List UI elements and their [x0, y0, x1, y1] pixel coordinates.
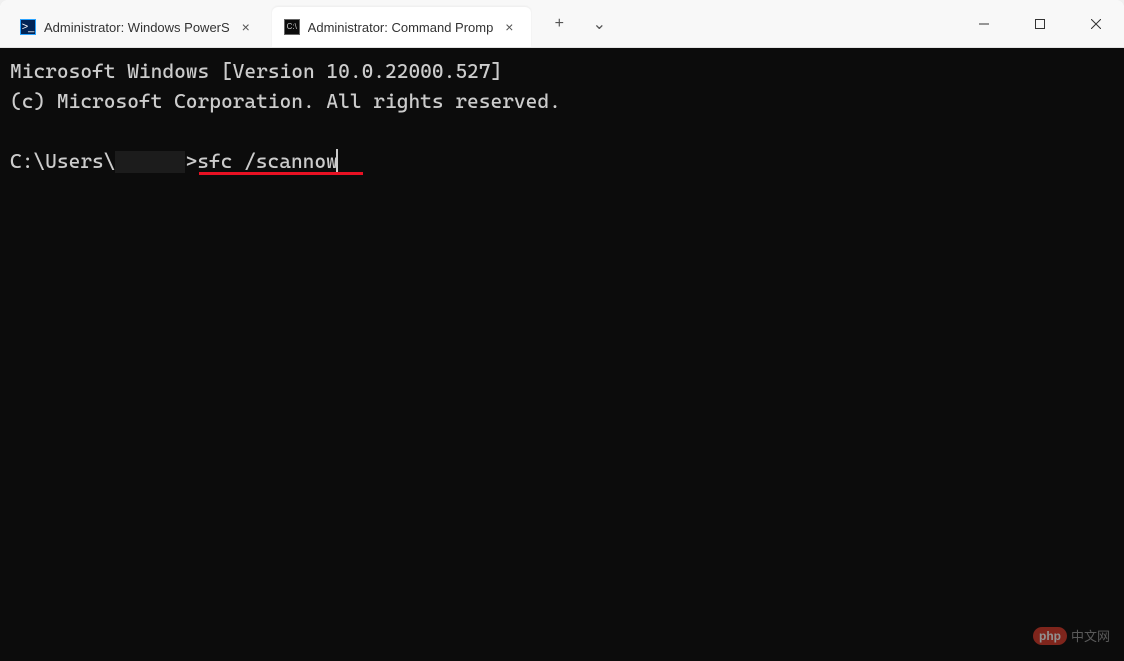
tab-powershell[interactable]: >_ Administrator: Windows PowerS ×: [8, 7, 268, 47]
annotation-underline: [199, 172, 363, 175]
titlebar-drag-area[interactable]: [619, 0, 956, 47]
close-icon[interactable]: ×: [499, 17, 519, 37]
terminal-header-line2: (c) Microsoft Corporation. All rights re…: [10, 89, 561, 113]
close-icon: [1091, 19, 1101, 29]
watermark-text: 中文网: [1071, 626, 1110, 645]
command-prompt-line: C:\Users\ >sfc /scannow: [10, 149, 338, 173]
command-text: sfc /scannow: [197, 149, 338, 173]
terminal-content[interactable]: Microsoft Windows [Version 10.0.22000.52…: [0, 48, 1124, 661]
tab-title: Administrator: Command Promp: [308, 20, 494, 35]
minimize-icon: [979, 19, 989, 29]
tab-command-prompt[interactable]: C:\ Administrator: Command Promp ×: [272, 7, 532, 47]
prompt-prefix: C:\Users\: [10, 149, 115, 173]
window-controls: [956, 0, 1124, 47]
new-tab-button[interactable]: +: [539, 4, 579, 44]
cmd-icon: C:\: [284, 19, 300, 35]
close-icon[interactable]: ×: [236, 17, 256, 37]
titlebar[interactable]: >_ Administrator: Windows PowerS × C:\ A…: [0, 0, 1124, 48]
text-cursor: [336, 149, 338, 173]
redacted-username: [115, 151, 185, 173]
terminal-header-line1: Microsoft Windows [Version 10.0.22000.52…: [10, 59, 502, 83]
maximize-button[interactable]: [1012, 0, 1068, 48]
close-button[interactable]: [1068, 0, 1124, 48]
tab-strip: >_ Administrator: Windows PowerS × C:\ A…: [0, 0, 535, 47]
tab-dropdown-button[interactable]: ⌄: [579, 4, 619, 44]
terminal-window: >_ Administrator: Windows PowerS × C:\ A…: [0, 0, 1124, 661]
maximize-icon: [1035, 19, 1045, 29]
powershell-icon: >_: [20, 19, 36, 35]
watermark-logo: php: [1033, 627, 1067, 645]
prompt-suffix: >: [185, 149, 197, 173]
tab-controls: + ⌄: [535, 0, 619, 47]
minimize-button[interactable]: [956, 0, 1012, 48]
tab-title: Administrator: Windows PowerS: [44, 20, 230, 35]
watermark: php 中文网: [1033, 626, 1110, 645]
